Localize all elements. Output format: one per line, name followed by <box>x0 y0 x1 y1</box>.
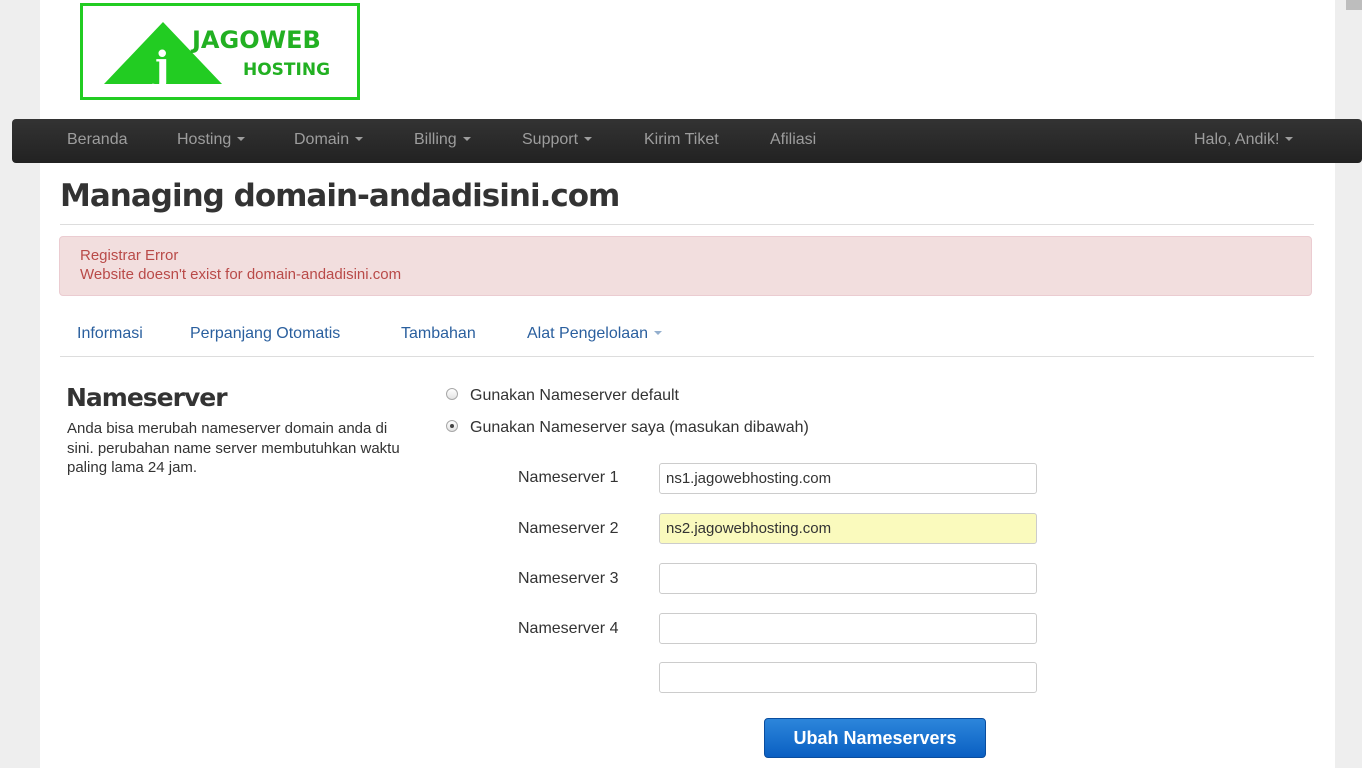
nav-item-beranda[interactable]: Beranda <box>67 119 128 163</box>
nameserver-4-label: Nameserver 4 <box>518 620 619 637</box>
logo-text-line2: HOSTING <box>243 60 331 80</box>
nav-item-label: Beranda <box>67 131 128 148</box>
nav-item-label: Support <box>522 131 579 148</box>
nameserver-3-input[interactable] <box>659 563 1037 594</box>
caret-down-icon <box>237 136 246 141</box>
radio-label: Gunakan Nameserver saya (masukan dibawah… <box>470 419 809 436</box>
nameserver-2-input[interactable] <box>659 513 1037 544</box>
title-divider <box>60 224 1314 225</box>
radio-default-nameserver[interactable]: Gunakan Nameserver default <box>446 387 679 405</box>
user-menu-label: Halo, Andik! <box>1194 131 1280 148</box>
alert-title: Registrar Error <box>80 247 179 264</box>
tab-tambahan[interactable]: Tambahan <box>401 325 476 343</box>
error-alert: Registrar Error Website doesn't exist fo… <box>59 236 1312 296</box>
nameserver-2-label: Nameserver 2 <box>518 520 619 537</box>
tab-label: Alat Pengelolaan <box>527 325 648 342</box>
change-nameservers-button[interactable]: Ubah Nameservers <box>764 718 986 758</box>
nameserver-1-label: Nameserver 1 <box>518 469 619 486</box>
nameserver-5-input[interactable] <box>659 662 1037 693</box>
logo-text-line1: JAGOWEB <box>192 26 321 54</box>
radio-unchecked-icon[interactable] <box>446 388 458 401</box>
caret-down-icon <box>462 136 471 141</box>
radio-custom-nameserver[interactable]: Gunakan Nameserver saya (masukan dibawah… <box>446 419 809 437</box>
nav-item-billing[interactable]: Billing <box>414 119 471 163</box>
jagoweb-logo[interactable]: j JAGOWEB HOSTING <box>80 3 360 100</box>
nav-item-kirim-tiket[interactable]: Kirim Tiket <box>644 119 719 163</box>
caret-down-icon <box>1285 136 1294 141</box>
tab-alat-pengelolaan[interactable]: Alat Pengelolaan <box>527 325 662 343</box>
nameserver-3-label: Nameserver 3 <box>518 570 619 587</box>
nav-item-label: Kirim Tiket <box>644 131 719 148</box>
nav-item-afiliasi[interactable]: Afiliasi <box>770 119 816 163</box>
scrollbar-corner <box>1346 0 1362 10</box>
nameserver-1-input[interactable] <box>659 463 1037 494</box>
tab-informasi[interactable]: Informasi <box>77 325 143 343</box>
nameserver-4-input[interactable] <box>659 613 1037 644</box>
caret-down-icon <box>355 136 364 141</box>
nav-item-label: Hosting <box>177 131 232 148</box>
nav-item-hosting[interactable]: Hosting <box>177 119 246 163</box>
nav-item-domain[interactable]: Domain <box>294 119 364 163</box>
nav-item-label: Billing <box>414 131 457 148</box>
radio-checked-icon[interactable] <box>446 420 458 433</box>
nav-item-support[interactable]: Support <box>522 119 593 163</box>
domain-tabs: Informasi Perpanjang Otomatis Tambahan A… <box>60 315 1314 357</box>
logo-glyph: j <box>152 43 169 90</box>
nav-item-label: Domain <box>294 131 350 148</box>
alert-message: Website doesn't exist for domain-andadis… <box>80 266 402 283</box>
user-menu[interactable]: Halo, Andik! <box>1194 119 1294 163</box>
section-description: Anda bisa merubah nameserver domain anda… <box>67 420 400 476</box>
caret-down-icon <box>653 330 662 335</box>
section-title: Nameserver <box>66 383 228 412</box>
radio-label: Gunakan Nameserver default <box>470 387 679 404</box>
nav-item-label: Afiliasi <box>770 131 817 148</box>
page-title: Managing domain-andadisini.com <box>60 178 620 214</box>
main-navbar: Beranda Hosting Domain Billing Support K… <box>12 119 1362 163</box>
tab-perpanjang-otomatis[interactable]: Perpanjang Otomatis <box>190 325 340 343</box>
page-container <box>40 0 1335 768</box>
caret-down-icon <box>584 136 593 141</box>
